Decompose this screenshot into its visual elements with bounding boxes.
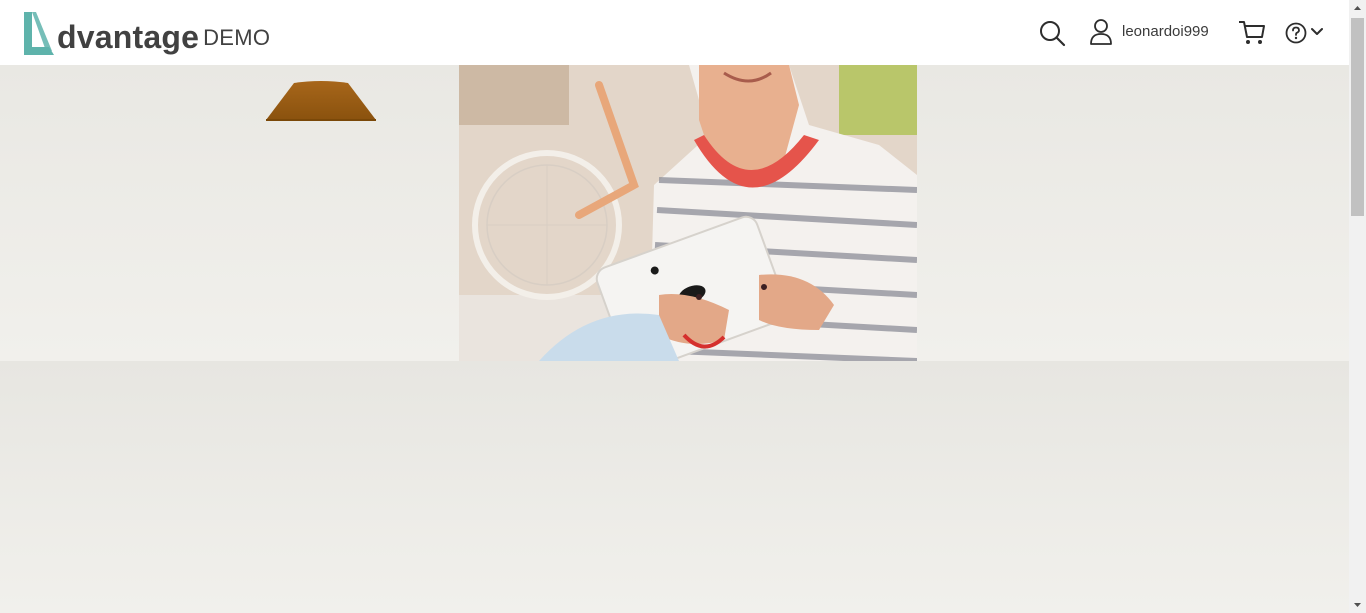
- hero-banner: [0, 65, 1349, 361]
- vertical-scrollbar[interactable]: [1349, 0, 1366, 613]
- logo-word: dvantage: [57, 19, 200, 55]
- logo-demo-label: DEMO: [203, 25, 271, 50]
- cart-icon[interactable]: [1238, 19, 1266, 47]
- scroll-down-arrow-icon[interactable]: [1349, 596, 1366, 613]
- logo-mark-icon: [24, 12, 54, 55]
- chevron-down-icon[interactable]: [1311, 27, 1323, 37]
- content-area: [0, 361, 1349, 613]
- scroll-up-arrow-icon[interactable]: [1349, 0, 1366, 17]
- page: dvantage DEMO leonardoi999: [0, 0, 1349, 613]
- help-icon[interactable]: [1285, 22, 1307, 44]
- hero-photo-woman-with-tablet: [459, 65, 917, 361]
- username-link[interactable]: leonardoi999: [1122, 22, 1209, 42]
- hero-photo-illustration: [459, 65, 917, 361]
- top-navigation-bar: dvantage DEMO leonardoi999: [0, 0, 1349, 65]
- lamp-shade-image: [266, 81, 376, 121]
- user-icon[interactable]: [1089, 18, 1113, 46]
- search-icon[interactable]: [1038, 19, 1066, 47]
- advantage-logo[interactable]: dvantage DEMO: [22, 9, 270, 57]
- scrollbar-thumb[interactable]: [1351, 18, 1364, 216]
- help-menu[interactable]: [1285, 20, 1329, 46]
